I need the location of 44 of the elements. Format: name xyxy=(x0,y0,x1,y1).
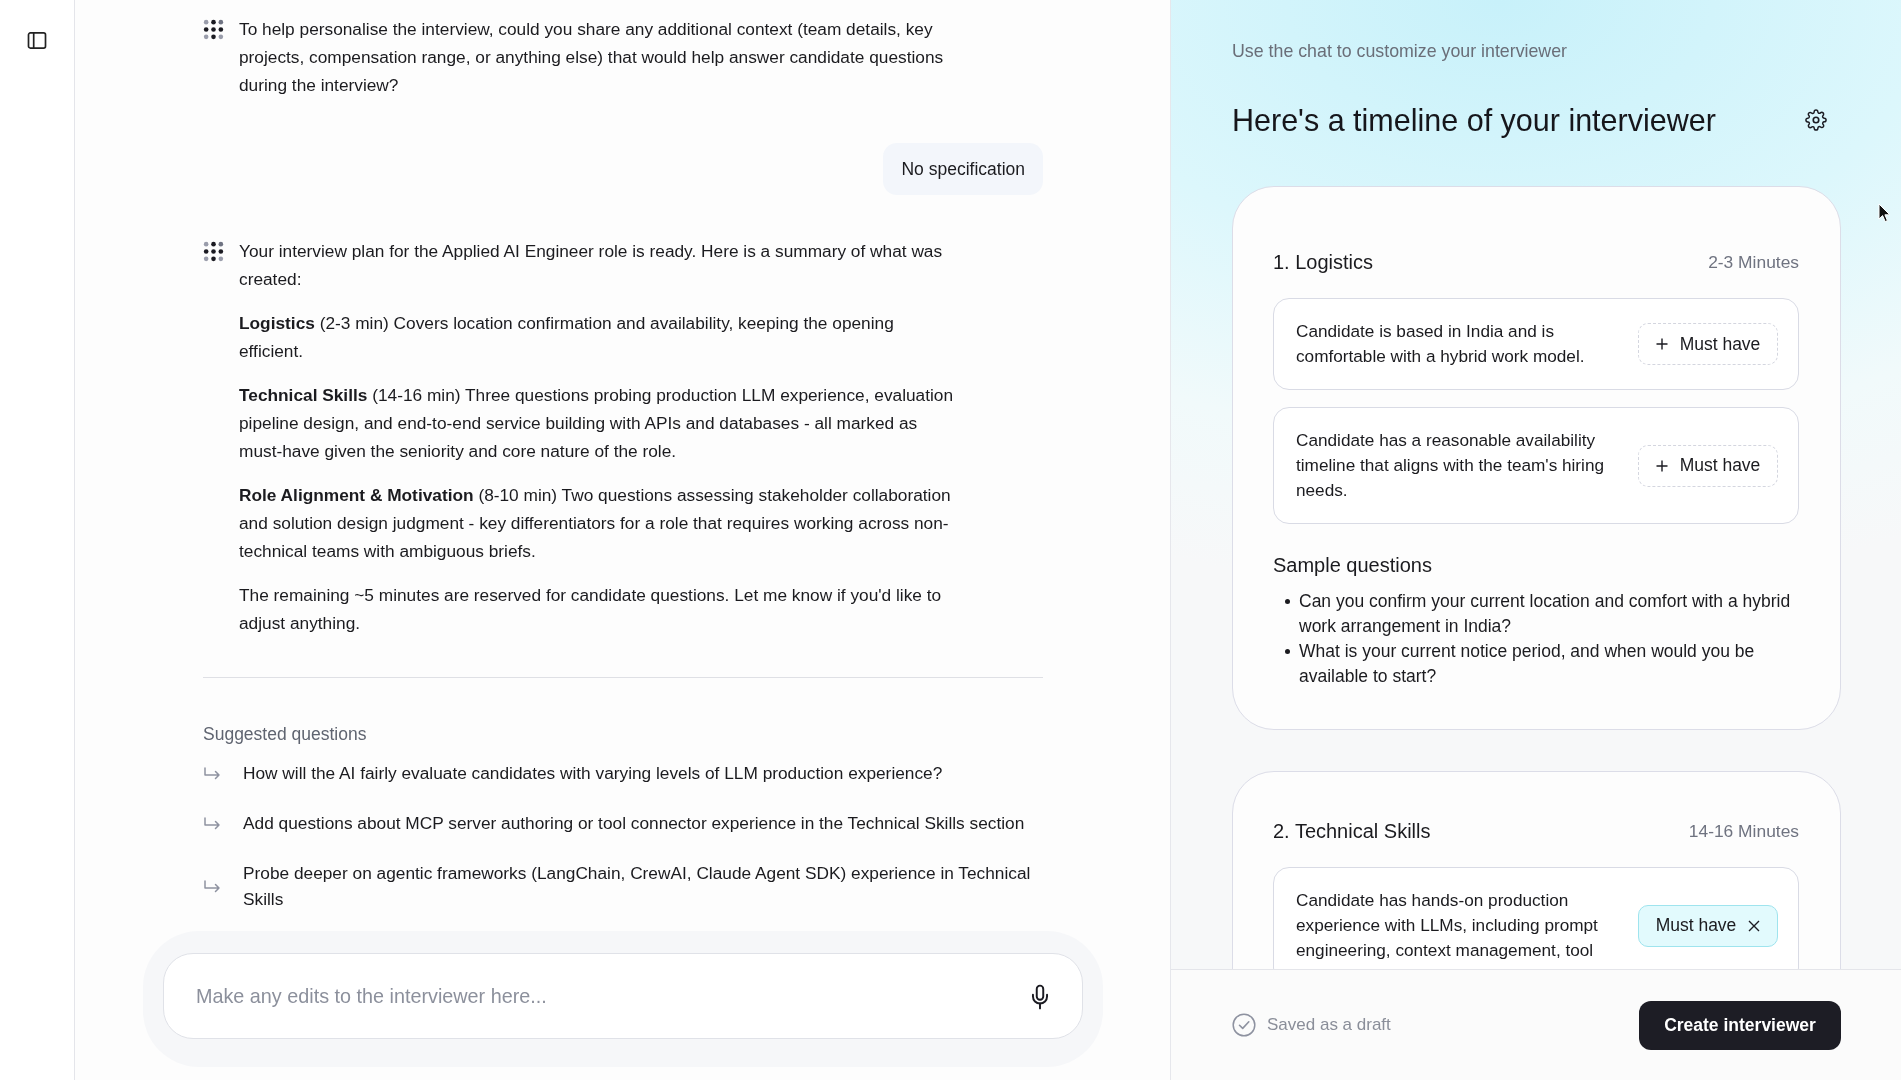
panel-hint: Use the chat to customize your interviewer xyxy=(1232,40,1569,62)
suggested-questions-heading: Suggested questions xyxy=(203,723,368,746)
criterion-text: Candidate is based in India and is comfortable with a hybrid work model. xyxy=(1296,320,1586,368)
corner-arrow-icon xyxy=(203,816,222,830)
suggested-question[interactable]: Probe deeper on agentic frameworks (LangChain, CrewAI, Claude Agent SDK) experience in Technical Skills xyxy=(203,860,1043,912)
section-duration: 14-16 Minutes xyxy=(1688,820,1799,843)
section-title: 1. Logistics xyxy=(1273,250,1374,275)
message-text: To help personalise the interview, could you share any additional context (team details, key projects, compensation range, or anything else) that would help answer candidate questions during the interview? xyxy=(239,18,945,97)
bullet-icon xyxy=(1285,599,1290,604)
sample-question: Can you confirm your current location and comfort with a hybrid work arrangement in India? xyxy=(1299,590,1792,638)
user-message-bubble: No specification xyxy=(883,143,1043,195)
sample-question: What is your current notice period, and when would you be available to start? xyxy=(1299,640,1756,688)
message-text: Logistics (2-3 min) Covers location confirmation and availability, keeping the opening efficient. xyxy=(239,312,895,363)
corner-arrow-icon xyxy=(203,879,222,893)
plus-icon xyxy=(1655,338,1668,350)
message-text: Role Alignment & Motivation (8-10 min) Two questions assessing stakeholder collaboration and solution design judgment - key differentiators for a role that requires working across non-technical teams with ambiguous briefs. xyxy=(239,484,952,563)
sidebar-icon[interactable] xyxy=(27,32,47,49)
mouse-pointer-icon xyxy=(1878,203,1891,223)
criterion-text: Candidate has a reasonable availability timeline that aligns with the team's hiring needs. xyxy=(1296,429,1606,502)
dot-grid-icon xyxy=(203,19,224,40)
must-have-button[interactable]: Must have xyxy=(1638,323,1778,365)
microphone-icon[interactable] xyxy=(1031,984,1049,1010)
message-text: The remaining ~5 minutes are reserved for candidate questions. Let me know if you'd like to adjust anything. xyxy=(239,584,943,635)
create-interviewer-button[interactable]: Create interviewer xyxy=(1639,1000,1841,1050)
check-circle-icon xyxy=(1232,1013,1256,1037)
suggested-question[interactable]: Add questions about MCP server authoring or tool connector experience in the Technical Skills section xyxy=(203,810,1043,836)
sample-questions-heading: Sample questions xyxy=(1273,553,1433,578)
dot-grid-icon xyxy=(203,241,224,262)
message-text: Your interview plan for the Applied AI Engineer role is ready. Here is a summary of what was created: xyxy=(239,240,944,291)
bullet-icon xyxy=(1285,649,1290,654)
must-have-button[interactable]: Must have xyxy=(1638,444,1778,487)
must-have-button[interactable]: Must have xyxy=(1638,904,1778,947)
suggested-question[interactable]: How will the AI fairly evaluate candidates with varying levels of LLM production experience? xyxy=(203,760,1043,786)
message-input[interactable]: Make any edits to the interviewer here... xyxy=(163,953,1083,1039)
section-duration: 2-3 Minutes xyxy=(1708,251,1799,274)
criterion-text: Candidate has hands-on production experience with LLMs, including prompt engineering, context management, tool xyxy=(1296,889,1599,962)
panel-title: Here's a timeline of your interviewer xyxy=(1232,102,1716,139)
close-icon[interactable] xyxy=(1748,919,1761,932)
settings-icon[interactable] xyxy=(1805,109,1827,131)
plus-icon xyxy=(1655,459,1668,472)
draft-status: Saved as a draft xyxy=(1267,1015,1391,1035)
corner-arrow-icon xyxy=(203,766,222,780)
section-title: 2. Technical Skills xyxy=(1273,819,1431,844)
message-text: Technical Skills (14-16 min) Three questions probing production LLM experience, evaluation pipeline design, and end-to-end service building with APIs and databases - all marked as must-have given the seniority and core nature of the role. xyxy=(239,384,955,463)
